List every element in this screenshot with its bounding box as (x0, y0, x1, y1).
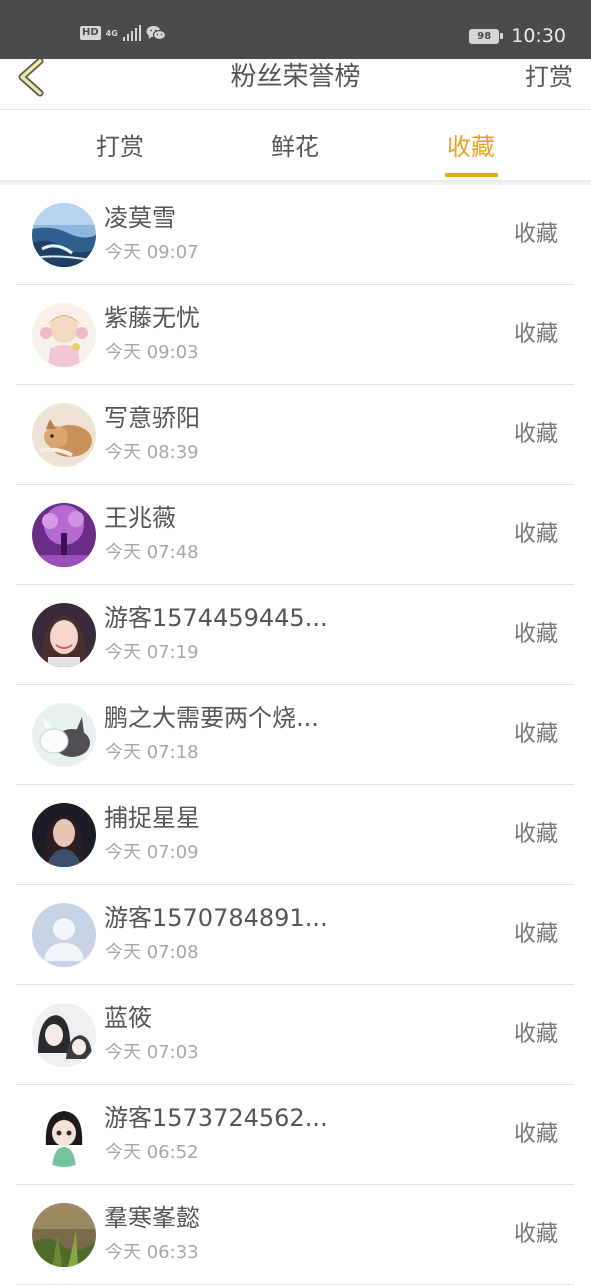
timestamp: 今天 07:03 (105, 1042, 199, 1063)
avatar (32, 703, 96, 767)
battery-level: 98 (477, 30, 492, 42)
avatar (32, 1203, 96, 1267)
tab-label: 打赏 (96, 133, 144, 161)
list-item[interactable]: 王兆薇 今天 07:48 收藏 (16, 485, 574, 585)
page-title: 粉丝荣誉榜 (230, 62, 361, 92)
tab-flowers[interactable]: 鲜花 (235, 111, 355, 180)
status-right: 98 10:30 (469, 25, 566, 47)
status-left: HD 4G (80, 25, 167, 41)
status-time: 10:30 (511, 25, 566, 47)
list-item[interactable]: 游客1570784891... 今天 07:08 收藏 (16, 885, 574, 985)
action-label: 收藏 (513, 822, 558, 847)
action-label: 收藏 (513, 1022, 558, 1047)
timestamp: 今天 09:03 (105, 342, 199, 363)
action-label: 收藏 (513, 522, 558, 547)
tab-favorites[interactable]: 收藏 (411, 111, 531, 180)
action-label: 收藏 (513, 422, 558, 447)
timestamp: 今天 09:07 (105, 242, 199, 263)
signal-icon (122, 25, 142, 41)
avatar (32, 203, 96, 267)
avatar (32, 1103, 96, 1167)
active-tab-indicator (445, 173, 498, 177)
action-label: 收藏 (513, 322, 558, 347)
list-item[interactable]: 羣寒峯懿 今天 06:33 收藏 (16, 1185, 574, 1285)
status-bar: HD 4G 98 10:30 (0, 0, 591, 59)
action-label: 收藏 (513, 622, 558, 647)
list-item[interactable]: 游客1574459445... 今天 07:19 收藏 (16, 585, 574, 685)
timestamp: 今天 07:08 (105, 942, 199, 963)
user-name: 凌莫雪 (104, 204, 176, 232)
avatar (32, 1003, 96, 1067)
user-name: 紫藤无忧 (104, 304, 200, 332)
user-name: 蓝筱 (104, 1004, 152, 1032)
list-item[interactable]: 蓝筱 今天 07:03 收藏 (16, 985, 574, 1085)
timestamp: 今天 07:48 (105, 542, 199, 563)
timestamp: 今天 07:18 (105, 742, 199, 763)
avatar (32, 403, 96, 467)
avatar (32, 303, 96, 367)
action-label: 收藏 (513, 1122, 558, 1147)
action-label: 收藏 (513, 722, 558, 747)
user-name: 王兆薇 (104, 504, 176, 532)
user-name: 捕捉星星 (104, 804, 200, 832)
list-item[interactable]: 写意骄阳 今天 08:39 收藏 (16, 385, 574, 485)
action-label: 收藏 (513, 1222, 558, 1247)
user-name: 游客1570784891... (104, 904, 328, 932)
timestamp: 今天 07:19 (105, 642, 199, 663)
timestamp: 今天 08:39 (105, 442, 199, 463)
action-label: 收藏 (513, 222, 558, 247)
reward-button[interactable]: 打赏 (525, 59, 573, 95)
fan-list: 凌莫雪 今天 09:07 收藏 紫藤无忧 今天 09:03 收藏 写意骄阳 今天… (16, 185, 574, 1285)
timestamp: 今天 06:33 (105, 1242, 199, 1263)
user-name: 羣寒峯懿 (104, 1204, 200, 1232)
list-item[interactable]: 鹏之大需要两个烧... 今天 07:18 收藏 (16, 685, 574, 785)
list-item[interactable]: 捕捉星星 今天 07:09 收藏 (16, 785, 574, 885)
user-name: 游客1573724562... (104, 1104, 328, 1132)
tab-bar: 打赏 鲜花 收藏 (0, 111, 591, 180)
action-label: 收藏 (513, 922, 558, 947)
battery-icon: 98 (469, 28, 504, 44)
hd-icon: HD (80, 26, 101, 40)
avatar (32, 503, 96, 567)
user-name: 鹏之大需要两个烧... (104, 704, 319, 732)
timestamp: 今天 07:09 (105, 842, 199, 863)
list-item[interactable]: 游客1573724562... 今天 06:52 收藏 (16, 1085, 574, 1185)
tab-label: 鲜花 (271, 133, 319, 161)
timestamp: 今天 06:52 (105, 1142, 199, 1163)
list-item[interactable]: 凌莫雪 今天 09:07 收藏 (16, 185, 574, 285)
user-name: 游客1574459445... (104, 604, 328, 632)
tab-label: 收藏 (447, 133, 495, 161)
network-type-label: 4G (105, 28, 118, 38)
avatar (32, 603, 96, 667)
list-item[interactable]: 紫藤无忧 今天 09:03 收藏 (16, 285, 574, 385)
user-name: 写意骄阳 (104, 404, 200, 432)
tab-reward[interactable]: 打赏 (60, 111, 180, 180)
avatar (32, 803, 96, 867)
wechat-icon (146, 25, 167, 41)
avatar (32, 903, 96, 967)
nav-bar: 粉丝荣誉榜 打赏 (0, 57, 591, 110)
